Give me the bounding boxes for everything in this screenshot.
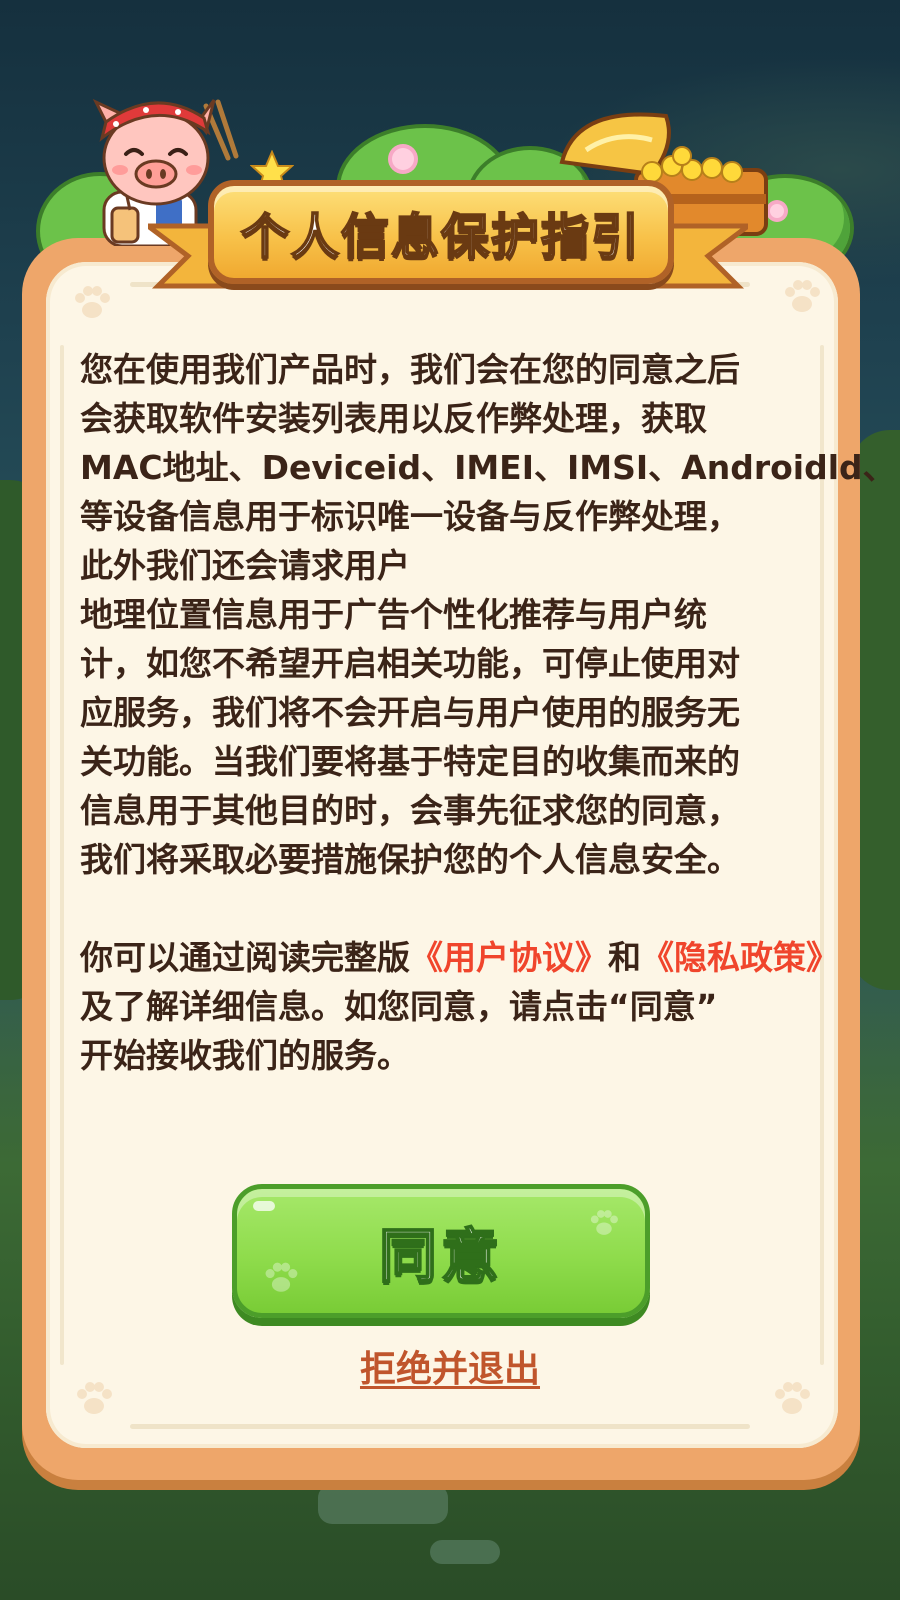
notice-line: 关功能。当我们要将基于特定目的收集而来的	[80, 742, 740, 781]
notice-line: 等设备信息用于标识唯一设备与反作弊处理，	[80, 497, 740, 536]
user-agreement-link[interactable]: 《用户协议》	[410, 938, 608, 977]
notice-line: 及了解详细信息。如您同意，请点击“同意”	[80, 987, 718, 1026]
dialog-right-rail	[820, 345, 824, 1365]
notice-line: 我们将采取必要措施保护您的个人信息安全。	[80, 840, 740, 879]
reject-link-row: 拒绝并退出	[0, 1340, 900, 1392]
notice-line: 会获取软件安装列表用以反作弊处理，获取	[80, 399, 707, 438]
notice-line: 此外我们还会请求用户	[80, 546, 410, 585]
notice-line: MAC地址、Deviceid、IMEI、IMSI、Androidld、	[80, 448, 896, 487]
agreement-line: 你可以通过阅读完整版《用户协议》和《隐私政策》	[80, 933, 839, 982]
title-banner: 个人信息保护指引	[208, 180, 674, 284]
agreement-prefix: 你可以通过阅读完整版	[80, 938, 410, 977]
reject-and-exit-link[interactable]: 拒绝并退出	[360, 1349, 540, 1390]
button-shine	[253, 1201, 275, 1211]
agreement-conjunction: 和	[608, 938, 641, 977]
agree-button[interactable]: 同意	[232, 1184, 650, 1318]
flower-icon	[392, 148, 414, 170]
dialog-title: 个人信息保护指引	[240, 208, 641, 266]
privacy-policy-link[interactable]: 《隐私政策》	[641, 938, 839, 977]
notice-line: 您在使用我们产品时，我们会在您的同意之后	[80, 350, 740, 389]
paw-print-icon	[785, 280, 820, 312]
paw-print-icon	[265, 1262, 298, 1292]
background-stone	[430, 1540, 500, 1564]
paw-print-icon	[75, 286, 110, 318]
privacy-notice-text: 您在使用我们产品时，我们会在您的同意之后 会获取软件安装列表用以反作弊处理，获取…	[80, 345, 896, 1080]
notice-line: 计，如您不希望开启相关功能，可停止使用对	[80, 644, 740, 683]
dialog-bottom-divider	[130, 1424, 750, 1429]
notice-line: 地理位置信息用于广告个性化推荐与用户统	[80, 595, 707, 634]
notice-line: 应服务，我们将不会开启与用户使用的服务无	[80, 693, 740, 732]
background-stone	[318, 1484, 448, 1524]
notice-line: 开始接收我们的服务。	[80, 1036, 410, 1075]
agree-button-label: 同意	[378, 1221, 503, 1291]
paw-print-icon	[590, 1210, 618, 1235]
dialog-left-rail	[60, 345, 64, 1365]
notice-line: 信息用于其他目的时，会事先征求您的同意，	[80, 791, 740, 830]
